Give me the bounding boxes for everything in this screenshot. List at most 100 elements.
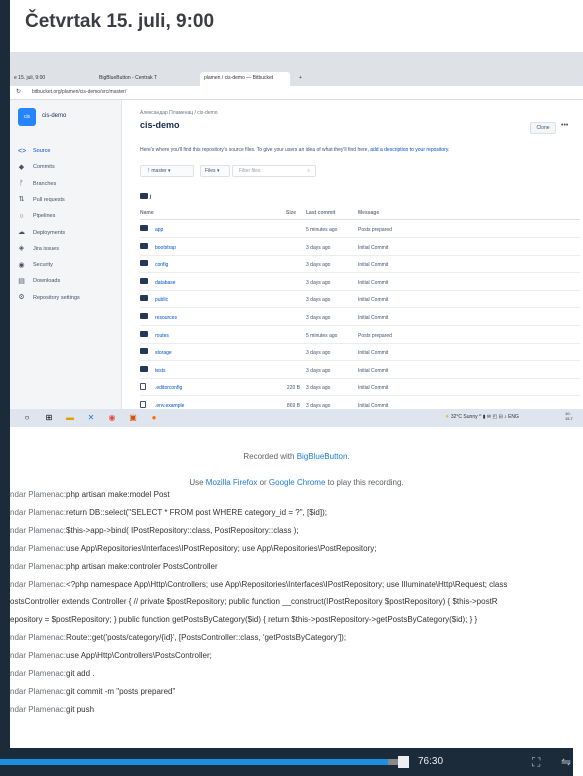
video-player[interactable]: e 15. juli, 9:00 BigBlueButton - Centrak… [10,52,583,427]
filter-placeholder: Filter files [239,168,261,174]
chat-text: git add . [66,669,95,678]
chat-author: ndar Plamenac: [10,686,67,696]
chat-message: ndar Plamenac:$this->app->bind( IPostRep… [10,525,583,536]
row-icon [140,383,148,391]
row-icon [140,260,148,267]
note-suffix: to play this recording. [325,478,404,487]
fullscreen-icon[interactable]: ⛶ [532,755,540,770]
nav-icon: ◆ [18,163,25,171]
branch-label: master [151,168,167,174]
bigbluebutton-link[interactable]: BigBlueButton [297,452,348,461]
sidebar-item-label: Downloads [33,278,61,285]
file-explorer-icon: ▬ [66,413,74,422]
browser-tab: BigBlueButton - Centrak T [99,75,157,81]
new-tab-icon: + [299,75,302,81]
chat-author: ndar Plamenac: [10,651,67,661]
file-name: .editorconfig [155,385,183,392]
vscode-icon: ✕ [87,413,95,422]
chrome-link[interactable]: Google Chrome [269,478,325,487]
sidebar-item-label: Commits [33,164,55,171]
folder-icon [140,330,148,337]
chat-text: git commit -m "posts prepared" [66,686,176,696]
row-icon [140,277,148,285]
firefox-icon: ● [151,413,157,422]
sidebar-item-jira-issues: ◈ Jira issues [18,242,118,256]
sidebar-item-label: Deployments [33,229,66,236]
bitbucket-sidebar: cis cis-demo <> Source ◆ Commits ᚠ Branches ⇅ P… [10,100,122,409]
chat-text: epository = $postRepository; } public fu… [10,615,478,625]
filter-files-input: Filter files ⌕ [232,165,316,177]
firefox-link[interactable]: Mozilla Firefox [206,478,258,487]
sidebar-item-label: Security [33,262,53,269]
commit-message: Initial Commit [358,315,389,321]
progress-handle[interactable] [398,756,409,768]
commit-message: Posts prepared [358,227,392,233]
chat-author: ndar Plamenac: [10,525,67,535]
recorded-with: Recorded with BigBlueButton. [10,452,583,461]
table-row: resources 3 days ago Initial Commit [140,309,580,326]
commit-message: Posts prepared [358,332,392,339]
chat-author: ndar Plamenac: [10,704,67,714]
sidebar-item-downloads: ▤ Downloads [18,274,118,288]
progress-fill [0,759,388,765]
sidebar-item-label: Pull requests [33,196,65,203]
table-row: routes 5 minutes ago Posts prepared [140,327,580,344]
chat-text: $this->app->bind( IPostRepository::class… [66,525,299,535]
nav-icon: ☁ [18,229,25,236]
chat-message: ndar Plamenac:php artisan make:model Pos… [10,489,583,500]
file-icon [140,401,146,408]
recording-page: Četvrtak 15. juli, 9:00 e 15. juli, 9:00… [10,0,583,776]
sidebar-item-label: Pipelines [33,213,56,220]
chat-message: ndar Plamenac:<?php namespace App\Http\C… [10,579,583,590]
repo-name: cis-demo [42,113,67,119]
file-size: 220 B [286,385,300,392]
file-name: resources [155,315,177,321]
chat-text: php artisan make:controler PostsControll… [66,561,218,571]
chat-text: use App\Repositories\Interfaces\IPostRep… [66,543,377,553]
commit-message: Initial Commit [358,262,389,269]
file-name: storage [155,350,172,357]
root-label: / [149,195,152,201]
more-icon: ••• [561,122,569,129]
sidebar-item-security: ◉ Security [18,258,118,272]
nav-icon: ᚠ [19,180,24,188]
folder-icon [140,260,148,267]
player-controls: 76:30 ⛶ ⇋ [0,748,573,776]
row-icon [140,225,148,232]
playback-time: 76:30 [418,756,444,767]
repo-logo: cis [18,108,36,126]
file-name: database [155,279,176,286]
file-name: public [155,297,169,304]
breadcrumb: Александар Пламенац / cis-demo [140,110,218,116]
browser-tabbar: e 15. juli, 9:00 BigBlueButton - Centrak… [10,70,583,86]
row-icon [140,330,148,338]
commit-message: Initial Commit [358,279,389,286]
table-row: bootstrap 3 days ago Initial Commit [140,239,580,256]
last-commit: 3 days ago [306,315,331,321]
files-label: Files [205,168,216,174]
col-size: Size [286,210,297,216]
commit-message: Initial Commit [358,385,389,392]
files-dropdown: Files ▾ [200,165,230,177]
address-url: bitbucket.org/plamen/cis-demo/src/master… [32,89,127,95]
sidebar-item-label: Jira issues [33,245,59,252]
screen-share-browser: e 15. juli, 9:00 BigBlueButton - Centrak… [10,52,583,427]
table-row: .editorconfig 220 B 3 days ago Initial Comm… [140,379,580,397]
chat-message: ndar Plamenac:Route::get('posts/category… [10,632,583,643]
repo-hint: Here's where you'll find this repository… [140,147,449,153]
note-middle: or [257,478,269,487]
clone-button: Clone [530,122,556,134]
commit-message: Initial Commit [358,297,389,304]
table-row: database 3 days ago Initial Commit [140,274,580,291]
settings-icon[interactable]: ⇋ [561,755,571,769]
chat-message: epository = $postRepository; } public fu… [10,614,583,625]
browser-tab: e 15. juli, 9:00 [14,75,46,81]
chat-text: return DB::select("SELECT * FROM post WH… [66,507,327,517]
progress-track[interactable] [0,759,400,765]
sidebar-item-source: <> Source [18,144,118,158]
repo-hint-text: Here's where you'll find this repository… [140,147,369,153]
row-icon [140,365,148,373]
chat-author: ndar Plamenac: [10,561,67,571]
nav-icon: ○ [19,212,24,220]
sidebar-item-label: Source [33,148,51,154]
